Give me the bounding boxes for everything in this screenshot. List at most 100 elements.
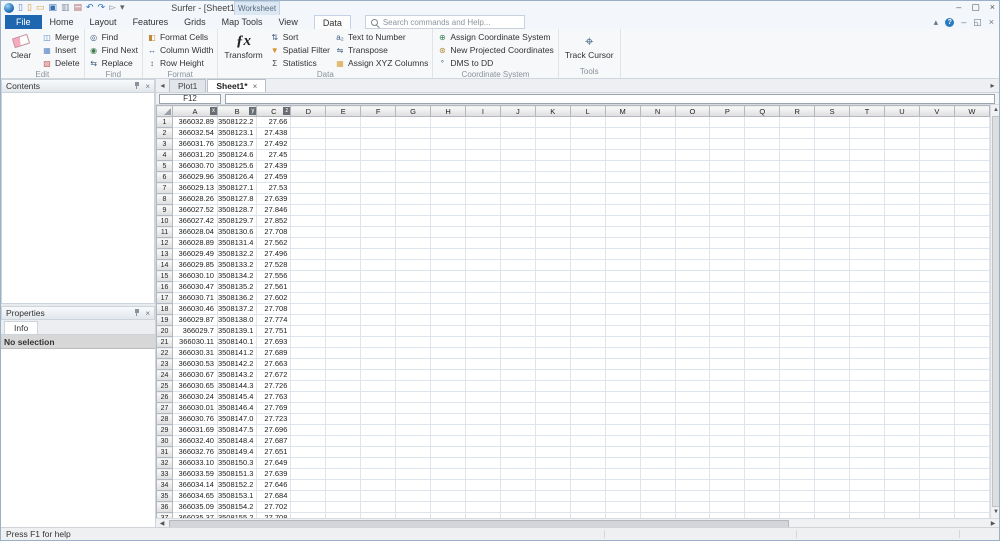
- cell-j13[interactable]: [500, 249, 535, 260]
- cell-r24[interactable]: [780, 370, 815, 381]
- cell-j9[interactable]: [500, 205, 535, 216]
- cell-r19[interactable]: [780, 315, 815, 326]
- row-header-23[interactable]: 23: [157, 359, 173, 370]
- cell-a24[interactable]: 366030.67: [172, 370, 217, 381]
- cell-g22[interactable]: [396, 348, 431, 359]
- cell-t20[interactable]: [850, 326, 885, 337]
- cell-h2[interactable]: [431, 128, 466, 139]
- cell-i10[interactable]: [465, 216, 500, 227]
- cell-a7[interactable]: 366029.13: [172, 183, 217, 194]
- cell-l3[interactable]: [570, 139, 605, 150]
- cell-g21[interactable]: [396, 337, 431, 348]
- cell-s15[interactable]: [815, 271, 850, 282]
- cell-d16[interactable]: [291, 282, 326, 293]
- cell-o32[interactable]: [675, 458, 710, 469]
- cell-g9[interactable]: [396, 205, 431, 216]
- assign-xyz-columns-button[interactable]: ▦Assign XYZ Columns: [335, 57, 428, 69]
- cell-c9[interactable]: 27.846: [257, 205, 291, 216]
- cell-v19[interactable]: [919, 315, 954, 326]
- cell-s32[interactable]: [815, 458, 850, 469]
- cell-p21[interactable]: [710, 337, 745, 348]
- cell-g10[interactable]: [396, 216, 431, 227]
- cell-m35[interactable]: [605, 491, 640, 502]
- cell-b18[interactable]: 3508137.2: [217, 304, 256, 315]
- cell-w23[interactable]: [954, 359, 989, 370]
- cell-w19[interactable]: [954, 315, 989, 326]
- cell-a4[interactable]: 366031.20: [172, 150, 217, 161]
- win-close-icon[interactable]: ×: [990, 2, 995, 13]
- column-header-v[interactable]: V: [919, 106, 954, 117]
- cell-h36[interactable]: [431, 502, 466, 513]
- cell-f21[interactable]: [361, 337, 396, 348]
- cell-f24[interactable]: [361, 370, 396, 381]
- tab-info[interactable]: Info: [4, 321, 38, 334]
- cell-m32[interactable]: [605, 458, 640, 469]
- doc-minimize-icon[interactable]: –: [961, 17, 966, 27]
- cell-e26[interactable]: [326, 392, 361, 403]
- cell-p36[interactable]: [710, 502, 745, 513]
- cell-l12[interactable]: [570, 238, 605, 249]
- cell-b3[interactable]: 3508123.7: [217, 139, 256, 150]
- cell-k9[interactable]: [535, 205, 570, 216]
- cell-g13[interactable]: [396, 249, 431, 260]
- cell-h29[interactable]: [431, 425, 466, 436]
- cell-a20[interactable]: 366029.7: [172, 326, 217, 337]
- cell-h19[interactable]: [431, 315, 466, 326]
- cell-i24[interactable]: [465, 370, 500, 381]
- cell-w20[interactable]: [954, 326, 989, 337]
- worksheet-context-tab[interactable]: Worksheet: [234, 1, 280, 15]
- cell-b10[interactable]: 3508129.7: [217, 216, 256, 227]
- cell-u5[interactable]: [885, 161, 920, 172]
- cell-g5[interactable]: [396, 161, 431, 172]
- cell-s20[interactable]: [815, 326, 850, 337]
- cell-v11[interactable]: [919, 227, 954, 238]
- cell-b36[interactable]: 3508154.2: [217, 502, 256, 513]
- cell-e10[interactable]: [326, 216, 361, 227]
- cell-m23[interactable]: [605, 359, 640, 370]
- cell-f17[interactable]: [361, 293, 396, 304]
- cell-j11[interactable]: [500, 227, 535, 238]
- cell-b32[interactable]: 3508150.3: [217, 458, 256, 469]
- cell-n36[interactable]: [640, 502, 675, 513]
- cell-w31[interactable]: [954, 447, 989, 458]
- row-header-28[interactable]: 28: [157, 414, 173, 425]
- column-width-button[interactable]: ↔Column Width: [147, 44, 213, 56]
- cell-m11[interactable]: [605, 227, 640, 238]
- insert-button[interactable]: ▦Insert: [42, 44, 80, 56]
- cell-k18[interactable]: [535, 304, 570, 315]
- cell-t2[interactable]: [850, 128, 885, 139]
- cell-l7[interactable]: [570, 183, 605, 194]
- cell-s30[interactable]: [815, 436, 850, 447]
- cell-q23[interactable]: [745, 359, 780, 370]
- cell-n23[interactable]: [640, 359, 675, 370]
- copy-icon[interactable]: ▥: [61, 2, 70, 13]
- cell-p13[interactable]: [710, 249, 745, 260]
- cell-n15[interactable]: [640, 271, 675, 282]
- cell-l1[interactable]: [570, 117, 605, 128]
- row-header-6[interactable]: 6: [157, 172, 173, 183]
- cell-h35[interactable]: [431, 491, 466, 502]
- cell-f25[interactable]: [361, 381, 396, 392]
- cell-t15[interactable]: [850, 271, 885, 282]
- cell-e30[interactable]: [326, 436, 361, 447]
- cell-f4[interactable]: [361, 150, 396, 161]
- cell-g16[interactable]: [396, 282, 431, 293]
- cell-v6[interactable]: [919, 172, 954, 183]
- cell-u20[interactable]: [885, 326, 920, 337]
- cell-v13[interactable]: [919, 249, 954, 260]
- cell-u11[interactable]: [885, 227, 920, 238]
- cell-i14[interactable]: [465, 260, 500, 271]
- cell-t22[interactable]: [850, 348, 885, 359]
- cell-d27[interactable]: [291, 403, 326, 414]
- cell-w29[interactable]: [954, 425, 989, 436]
- cell-v4[interactable]: [919, 150, 954, 161]
- cell-w16[interactable]: [954, 282, 989, 293]
- cell-s26[interactable]: [815, 392, 850, 403]
- cell-p14[interactable]: [710, 260, 745, 271]
- cell-n30[interactable]: [640, 436, 675, 447]
- cell-b19[interactable]: 3508138.0: [217, 315, 256, 326]
- cell-o30[interactable]: [675, 436, 710, 447]
- row-header-22[interactable]: 22: [157, 348, 173, 359]
- cell-l16[interactable]: [570, 282, 605, 293]
- cell-q24[interactable]: [745, 370, 780, 381]
